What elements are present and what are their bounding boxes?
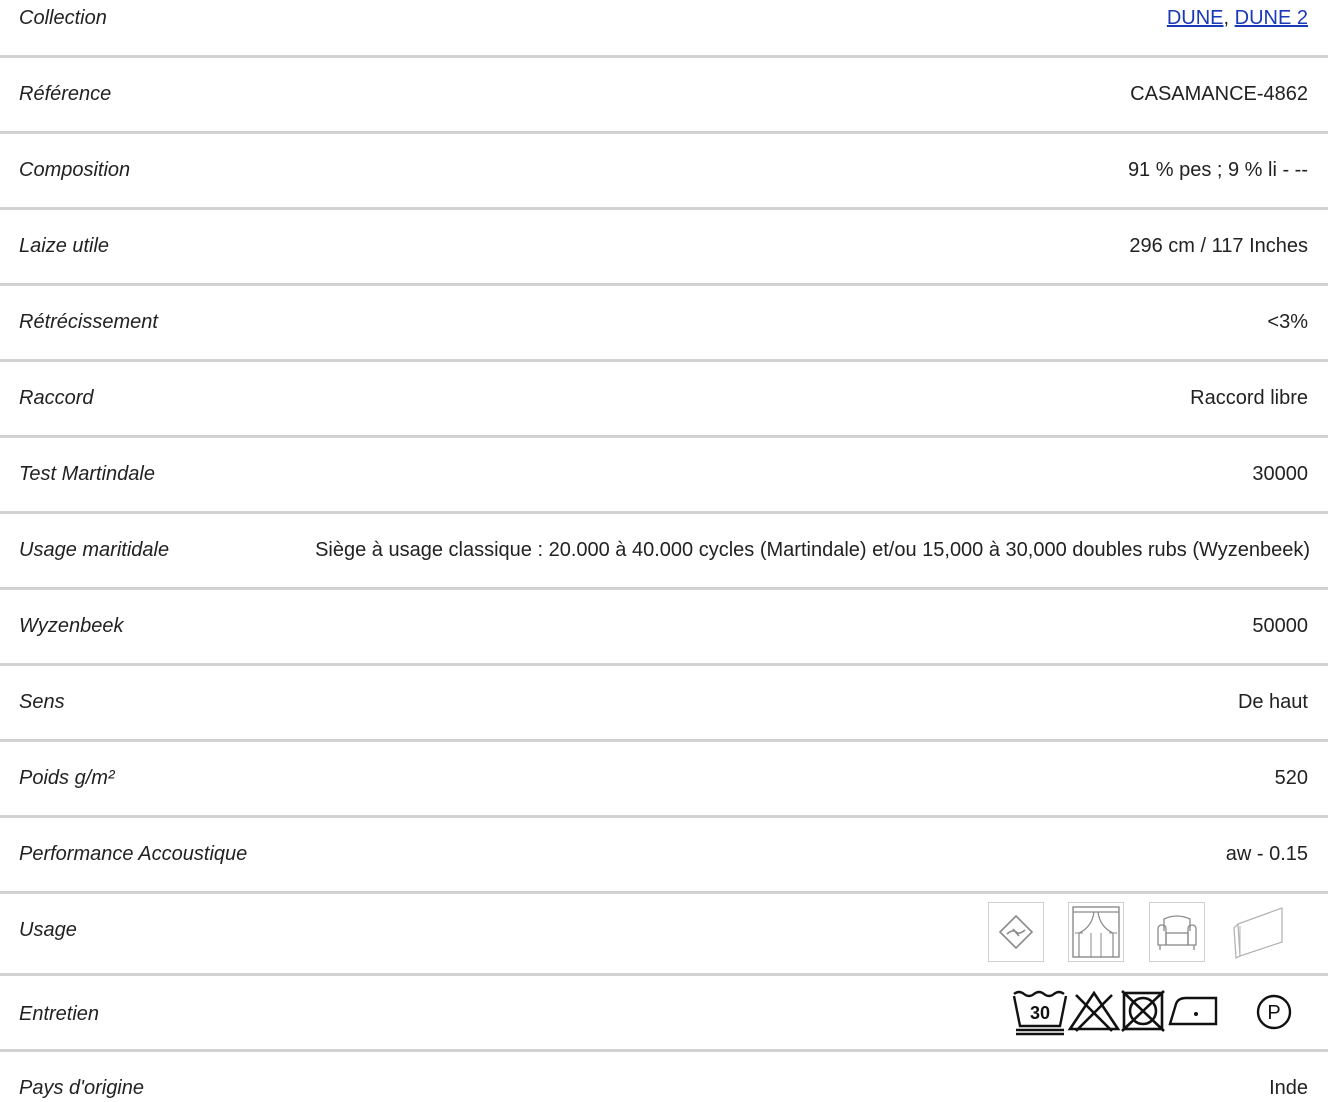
spec-value: 50000 — [1252, 615, 1308, 637]
spec-label: Rétrécissement — [19, 311, 158, 333]
spec-value: De haut — [1237, 691, 1308, 713]
spec-value: 91 % pes ; 9 % li - -- — [1127, 159, 1308, 181]
spec-row-usage: Usage — [0, 894, 1328, 973]
no-bleach-icon — [1066, 989, 1122, 1033]
wash-30-icon: 30 — [1010, 988, 1072, 1036]
spec-row-usage-martindale: Usage maritidale Siège à usage classique… — [0, 514, 1328, 590]
wall-covering-icon — [1233, 907, 1283, 960]
spec-row-entretien: Entretien 30 P — [0, 976, 1328, 1049]
spec-value: DUNE, DUNE 2 — [1167, 6, 1308, 30]
spec-value: aw - 0.15 — [1225, 843, 1308, 865]
spec-value: 296 cm / 117 Inches — [1129, 235, 1308, 257]
spec-value: CASAMANCE-4862 — [1130, 83, 1308, 105]
spec-value: Raccord libre — [1190, 387, 1308, 409]
collection-link-dune-2[interactable]: DUNE 2 — [1235, 7, 1308, 29]
spec-row-test-martindale: Test Martindale 30000 — [0, 438, 1328, 514]
spec-row-pays-origine: Pays d'origine Inde — [0, 1052, 1328, 1102]
spec-row-retrecissement: Rétrécissement <3% — [0, 286, 1328, 362]
iron-low-icon — [1164, 994, 1224, 1028]
no-tumble-dry-icon — [1120, 989, 1168, 1033]
dry-clean-letter: P — [1267, 1002, 1280, 1024]
curtain-icon — [1068, 902, 1124, 962]
spec-label: Poids g/m² — [19, 767, 115, 789]
spec-row-composition: Composition 91 % pes ; 9 % li - -- — [0, 134, 1328, 210]
flame-retardant-icon — [988, 902, 1044, 962]
spec-value: Inde — [1269, 1077, 1308, 1099]
spec-row-poids: Poids g/m² 520 — [0, 742, 1328, 818]
spec-value: Siège à usage classique : 20.000 à 40.00… — [315, 539, 1310, 561]
spec-label: Collection — [19, 7, 107, 29]
spec-label: Composition — [19, 159, 131, 181]
spec-label: Sens — [19, 691, 65, 713]
spec-label: Raccord — [19, 387, 94, 409]
spec-row-sens: Sens De haut — [0, 666, 1328, 742]
spec-row-performance-accoustique: Performance Accoustique aw - 0.15 — [0, 818, 1328, 894]
spec-row-laize-utile: Laize utile 296 cm / 117 Inches — [0, 210, 1328, 286]
spec-label: Pays d'origine — [19, 1077, 144, 1099]
spec-label: Usage maritidale — [19, 539, 170, 561]
spec-label: Laize utile — [19, 235, 110, 257]
spec-label: Référence — [19, 83, 112, 105]
spec-label: Wyzenbeek — [19, 615, 124, 637]
spec-value: 30000 — [1252, 463, 1308, 485]
spec-label: Test Martindale — [19, 463, 155, 485]
collection-link-dune[interactable]: DUNE — [1167, 7, 1224, 29]
spec-row-raccord: Raccord Raccord libre — [0, 362, 1328, 438]
collection-separator: , — [1223, 7, 1235, 29]
spec-row-wyzenbeek: Wyzenbeek 50000 — [0, 590, 1328, 666]
dry-clean-p-icon: P — [1254, 992, 1298, 1032]
armchair-icon — [1149, 902, 1205, 962]
spec-label: Usage — [19, 919, 77, 941]
wash-temperature-label: 30 — [1030, 1003, 1050, 1023]
spec-row-reference: Référence CASAMANCE-4862 — [0, 58, 1328, 134]
spec-value: 520 — [1274, 767, 1308, 789]
spec-label: Performance Accoustique — [19, 843, 248, 865]
spec-value: <3% — [1267, 311, 1308, 333]
spec-label: Entretien — [19, 1003, 100, 1025]
